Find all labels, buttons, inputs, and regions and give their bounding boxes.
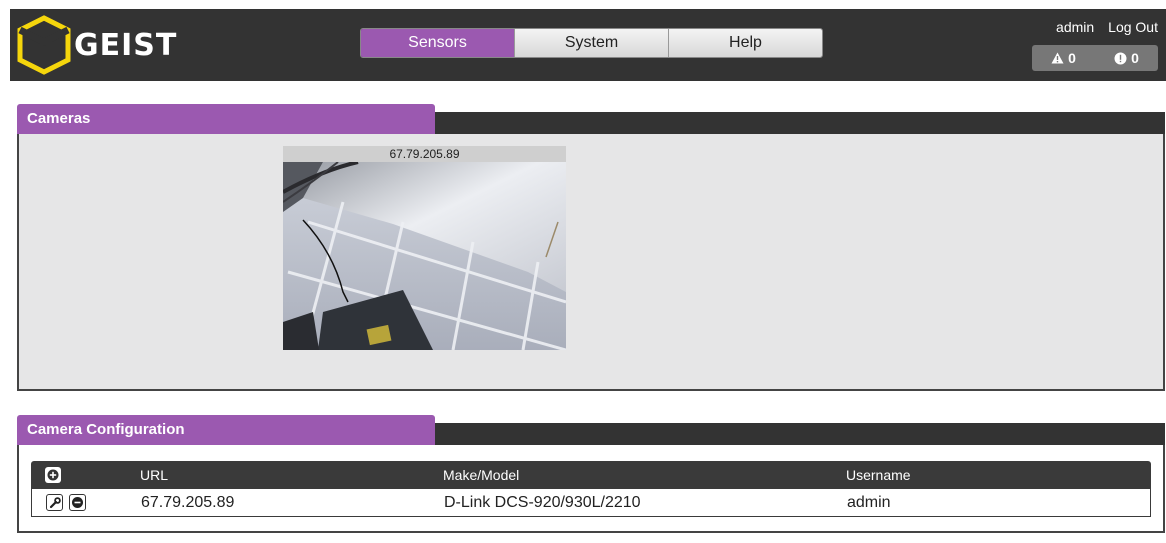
- table-row: 67.79.205.89 D-Link DCS-920/930L/2210 ad…: [31, 489, 1151, 517]
- add-icon: [47, 469, 59, 481]
- camera-configuration-panel: Camera Configuration URL Make/Model User…: [17, 415, 1165, 533]
- column-url: URL: [140, 467, 169, 483]
- main-nav: Sensors System Help: [360, 28, 823, 58]
- cell-url: 67.79.205.89: [141, 493, 235, 511]
- add-camera-button[interactable]: [45, 467, 61, 483]
- tab-help[interactable]: Help: [669, 29, 822, 57]
- cell-username: admin: [847, 493, 891, 511]
- column-make-model: Make/Model: [443, 467, 520, 483]
- geist-logo-icon: [17, 15, 71, 75]
- logo-text: GEIST: [74, 27, 178, 63]
- camera-label: 67.79.205.89: [283, 146, 566, 162]
- warnings-alarm[interactable]: 0: [1032, 45, 1095, 71]
- alert-icon: [1114, 52, 1127, 64]
- column-username: Username: [846, 467, 911, 483]
- top-header: GEIST Sensors System Help admin Log Out …: [10, 9, 1166, 81]
- warning-icon: [1051, 52, 1064, 64]
- user-link[interactable]: admin: [1056, 19, 1094, 35]
- cameras-panel-title: Cameras: [17, 104, 435, 134]
- warnings-count: 0: [1068, 50, 1076, 66]
- critical-count: 0: [1131, 50, 1139, 66]
- logout-link[interactable]: Log Out: [1108, 19, 1158, 35]
- user-area: admin Log Out 0 0: [1032, 19, 1158, 71]
- remove-camera-button[interactable]: [69, 494, 86, 511]
- alarm-summary: 0 0: [1032, 45, 1158, 71]
- camera-image: [283, 162, 566, 350]
- cell-make-model: D-Link DCS-920/930L/2210: [444, 493, 641, 511]
- tab-system[interactable]: System: [515, 29, 669, 57]
- critical-alarm[interactable]: 0: [1095, 45, 1158, 71]
- tab-sensors[interactable]: Sensors: [361, 29, 515, 57]
- edit-camera-button[interactable]: [46, 494, 63, 511]
- geist-logo[interactable]: GEIST: [16, 15, 177, 75]
- camera-feed[interactable]: 67.79.205.89: [283, 146, 566, 350]
- table-header: URL Make/Model Username: [31, 461, 1151, 489]
- wrench-icon: [49, 496, 61, 508]
- config-panel-title: Camera Configuration: [17, 415, 435, 445]
- cameras-panel: Cameras 67.79.205.89: [17, 104, 1165, 391]
- remove-icon: [72, 497, 83, 508]
